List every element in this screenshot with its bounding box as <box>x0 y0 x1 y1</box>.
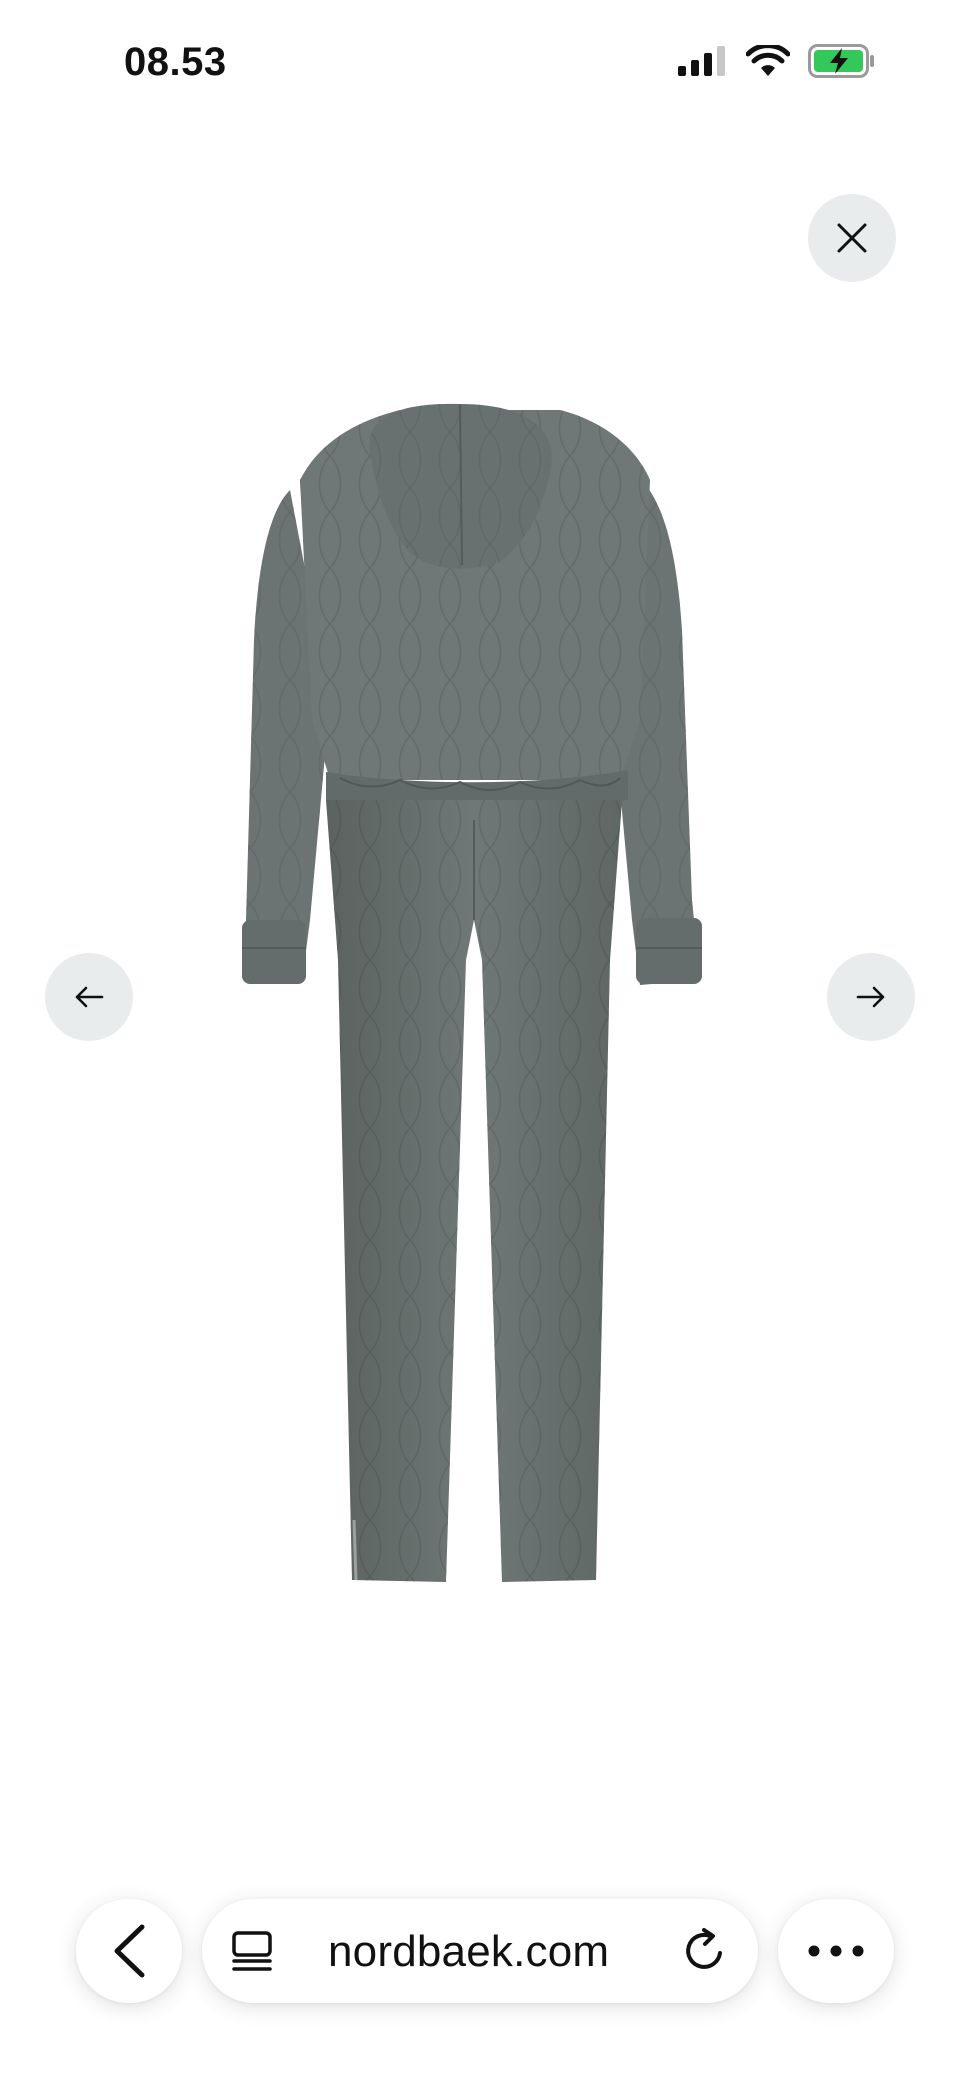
status-icons <box>678 44 876 78</box>
status-time: 08.53 <box>124 40 227 84</box>
more-dots-icon <box>808 1945 864 1957</box>
arrow-left-icon <box>75 986 104 1008</box>
reader-mode-icon[interactable] <box>230 1929 274 1973</box>
wifi-icon <box>746 45 790 76</box>
more-button[interactable] <box>778 1899 894 2003</box>
address-bar[interactable]: nordbaek.com <box>202 1899 758 2003</box>
home-indicator-area <box>0 2048 960 2081</box>
browser-toolbar: nordbaek.com <box>0 1880 960 2020</box>
cellular-signal-icon <box>678 46 725 76</box>
chevron-left-icon <box>114 1924 145 1978</box>
reload-icon[interactable] <box>680 1927 728 1975</box>
next-image-button[interactable] <box>827 953 915 1041</box>
url-text[interactable]: nordbaek.com <box>328 1927 609 1977</box>
product-image <box>242 403 702 1582</box>
previous-image-button[interactable] <box>45 953 133 1041</box>
back-button[interactable] <box>76 1899 182 2003</box>
close-button[interactable] <box>808 194 896 282</box>
status-bar: 08.53 <box>0 0 960 130</box>
arrow-right-icon <box>856 986 885 1008</box>
close-icon <box>837 223 867 253</box>
battery-charging-icon <box>808 44 874 78</box>
